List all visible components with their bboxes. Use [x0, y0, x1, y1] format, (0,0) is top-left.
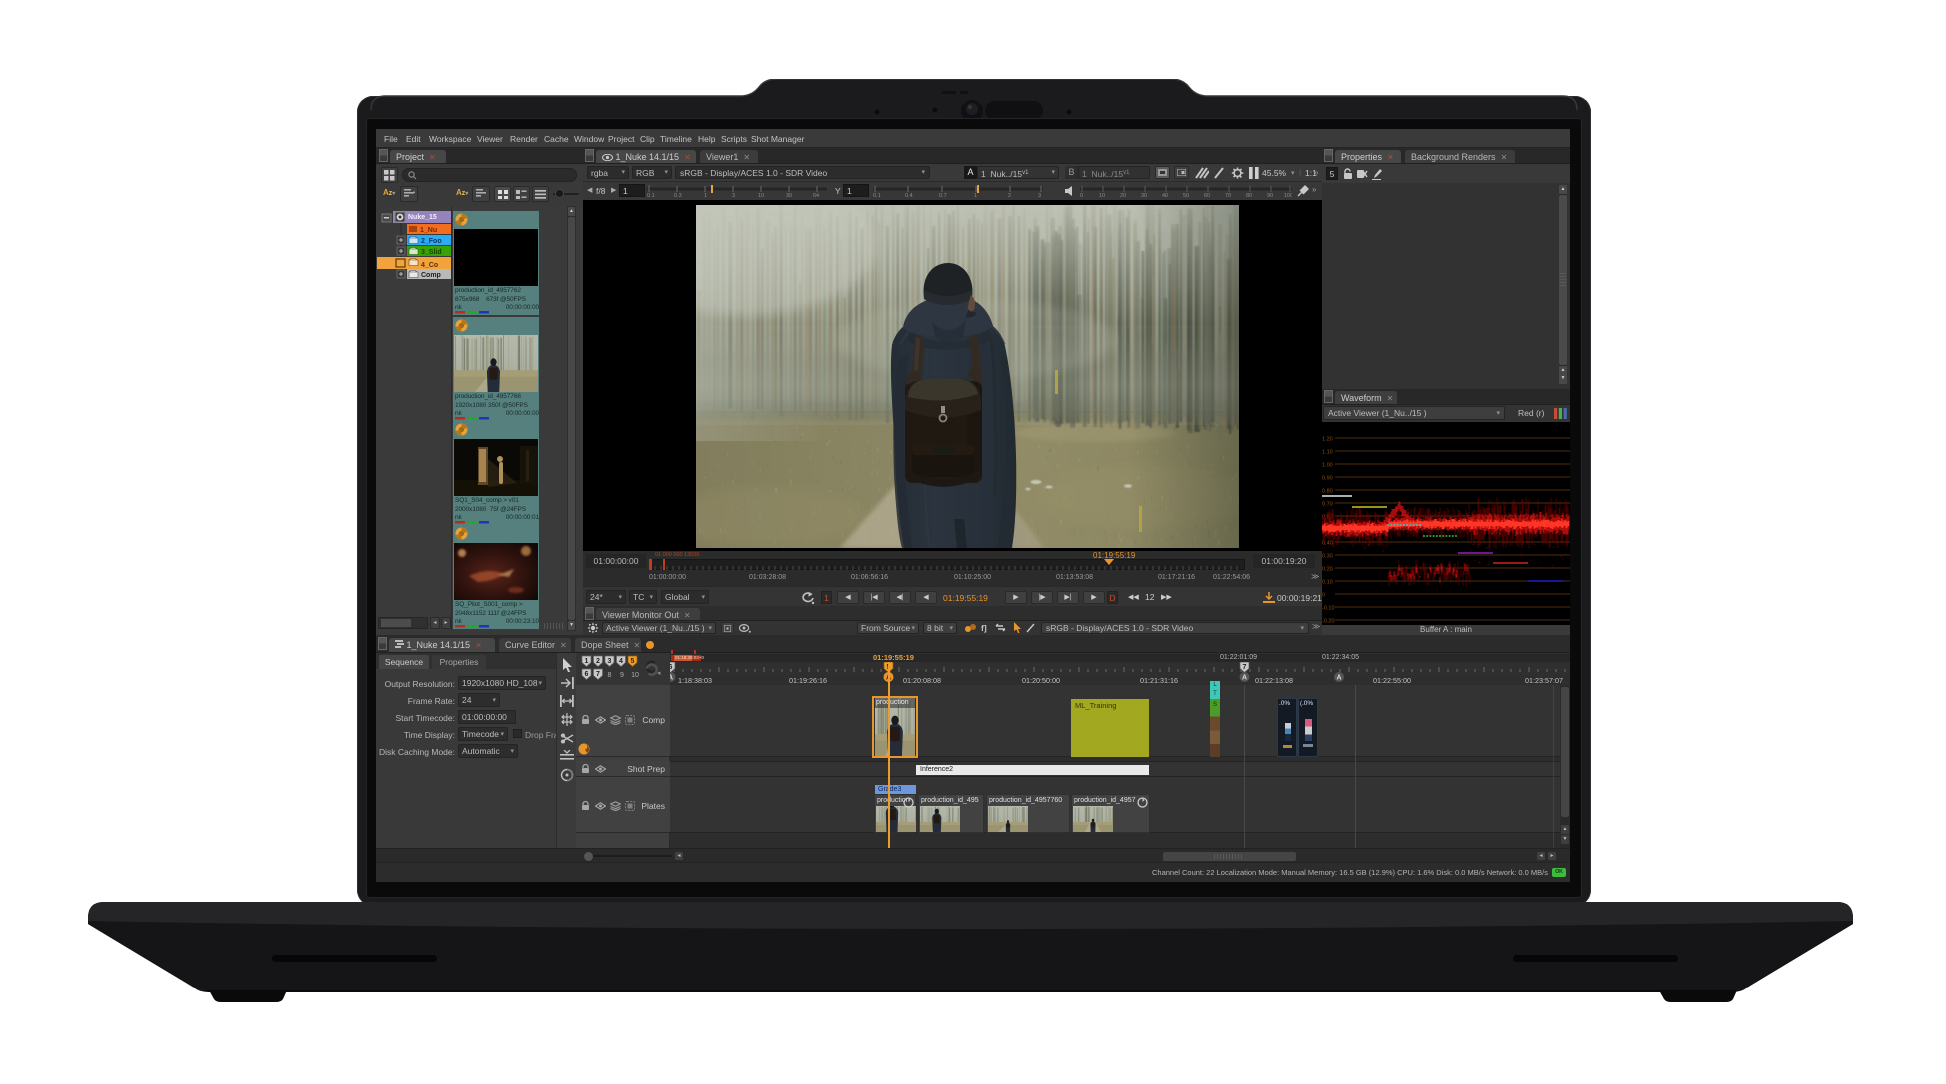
svg-text:30: 30 [1141, 193, 1147, 198]
svg-text:1_Nu: 1_Nu [420, 227, 437, 234]
svg-text:70: 70 [1225, 193, 1231, 198]
svg-text:0.80: 0.80 [1322, 489, 1333, 495]
svg-text:8: 8 [608, 672, 612, 679]
svg-text:Nuke_15: Nuke_15 [408, 214, 437, 221]
svg-text:A: A [1336, 675, 1341, 682]
svg-text:5: 5 [631, 658, 635, 665]
svg-text:A: A [1242, 675, 1247, 682]
svg-text:0: 0 [1080, 193, 1083, 198]
svg-text:0.1: 0.1 [647, 193, 655, 198]
svg-text:60: 60 [1204, 193, 1210, 198]
svg-text:0: 0 [1322, 593, 1325, 599]
svg-text:9: 9 [620, 672, 624, 679]
svg-text:01:20:50:00: 01:20:50:00 [1022, 676, 1060, 685]
svg-text:1.10: 1.10 [1322, 450, 1333, 456]
svg-text:20: 20 [1120, 193, 1126, 198]
svg-text:4: 4 [619, 658, 623, 665]
svg-text:01:21:31:16: 01:21:31:16 [1140, 676, 1178, 685]
svg-text:1.20: 1.20 [1322, 437, 1333, 443]
svg-text:-0.20: -0.20 [1322, 619, 1335, 625]
svg-text:0.30: 0.30 [1322, 554, 1333, 560]
svg-text:6: 6 [670, 664, 673, 671]
svg-text:1: 1 [974, 193, 977, 198]
svg-text:0.90: 0.90 [1322, 476, 1333, 482]
svg-text:10: 10 [1099, 193, 1105, 198]
svg-text:1: 1 [704, 193, 707, 198]
svg-text:10: 10 [758, 193, 764, 198]
svg-text:0.3: 0.3 [674, 193, 682, 198]
svg-text:01:19:26:16: 01:19:26:16 [789, 676, 827, 685]
svg-text:01:20:08:08: 01:20:08:08 [903, 676, 941, 685]
svg-text:4_Co: 4_Co [421, 262, 438, 269]
svg-text:6: 6 [585, 671, 589, 678]
svg-text:A: A [670, 675, 673, 682]
svg-text:64: 64 [813, 193, 819, 198]
svg-text:3: 3 [608, 658, 612, 665]
svg-text:90: 90 [1267, 193, 1273, 198]
svg-text:7: 7 [596, 671, 600, 678]
svg-text:10: 10 [631, 672, 639, 679]
svg-text:3: 3 [1038, 193, 1041, 198]
svg-text:50: 50 [1183, 193, 1189, 198]
svg-text:3_Slid: 3_Slid [421, 249, 442, 256]
svg-text:2: 2 [596, 658, 600, 665]
svg-text:0.7: 0.7 [939, 193, 947, 198]
svg-text:30: 30 [786, 193, 792, 198]
svg-text:1:18:38:03: 1:18:38:03 [678, 676, 712, 685]
svg-text:0.4: 0.4 [905, 193, 913, 198]
svg-text:2: 2 [1008, 193, 1011, 198]
svg-text:40: 40 [1162, 193, 1168, 198]
svg-text:7: 7 [1243, 664, 1247, 671]
svg-text:80: 80 [1246, 193, 1252, 198]
svg-text:0.20: 0.20 [1322, 567, 1333, 573]
svg-text:01:22:55:00: 01:22:55:00 [1373, 676, 1411, 685]
svg-text:0.1: 0.1 [873, 193, 881, 198]
svg-text:Comp: Comp [421, 272, 441, 279]
svg-text:01:22:13:08: 01:22:13:08 [1255, 676, 1293, 685]
svg-text:-0.10: -0.10 [1322, 606, 1335, 612]
svg-text:1.00: 1.00 [1322, 463, 1333, 469]
svg-text:01:23:57:07: 01:23:57:07 [1525, 676, 1563, 685]
svg-text:0.10: 0.10 [1322, 580, 1333, 586]
svg-text:0.70: 0.70 [1322, 502, 1333, 508]
svg-text:3: 3 [732, 193, 735, 198]
svg-text:2_Foo: 2_Foo [421, 238, 442, 245]
svg-text:100: 100 [1284, 193, 1292, 198]
svg-text:1: 1 [585, 658, 589, 665]
